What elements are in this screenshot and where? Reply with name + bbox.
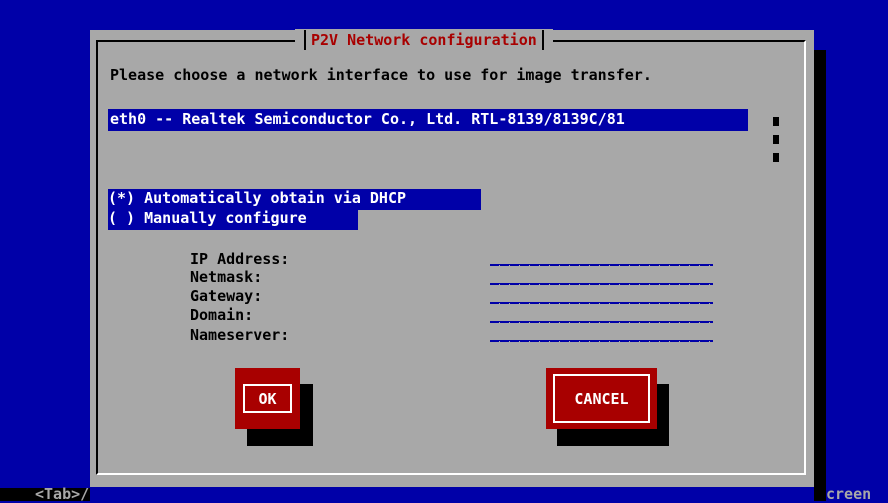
dialog-title-bar: P2V Network configuration	[295, 29, 553, 51]
domain-label: Domain:	[190, 306, 254, 324]
dialog-shadow	[814, 50, 826, 501]
title-bracket-left	[304, 30, 306, 50]
nameserver-label: Nameserver:	[190, 326, 290, 344]
status-help-left: <Tab>/	[35, 485, 90, 503]
title-bracket-right	[541, 30, 544, 50]
gateway-label: Gateway:	[190, 287, 263, 305]
gateway-field[interactable]	[490, 283, 713, 304]
netmask-field[interactable]	[490, 264, 713, 285]
ip-address-label: IP Address:	[190, 250, 290, 268]
nameserver-field[interactable]	[490, 321, 713, 342]
ok-button-label: OK	[243, 384, 292, 413]
domain-field[interactable]	[490, 302, 713, 323]
radio-manual[interactable]: ( ) Manually configure	[108, 209, 358, 230]
cancel-button-label: CANCEL	[553, 374, 650, 423]
scrollbar-mark[interactable]	[773, 153, 779, 162]
dialog-title: P2V Network configuration	[311, 30, 537, 49]
netmask-label: Netmask:	[190, 268, 263, 286]
screen: { "dialog": { "title": "P2V Network conf…	[0, 0, 888, 503]
cancel-button[interactable]: CANCEL	[546, 368, 657, 429]
radio-dhcp[interactable]: (*) Automatically obtain via DHCP	[108, 189, 481, 210]
interface-item-eth0[interactable]: eth0 -- Realtek Semiconductor Co., Ltd. …	[110, 110, 625, 129]
ok-button[interactable]: OK	[235, 368, 300, 429]
status-help-right: creen	[826, 485, 872, 503]
ip-address-field[interactable]	[490, 245, 713, 266]
scrollbar-mark[interactable]	[773, 135, 779, 144]
scrollbar-mark[interactable]	[773, 117, 779, 126]
dialog-prompt: Please choose a network interface to use…	[110, 66, 652, 84]
